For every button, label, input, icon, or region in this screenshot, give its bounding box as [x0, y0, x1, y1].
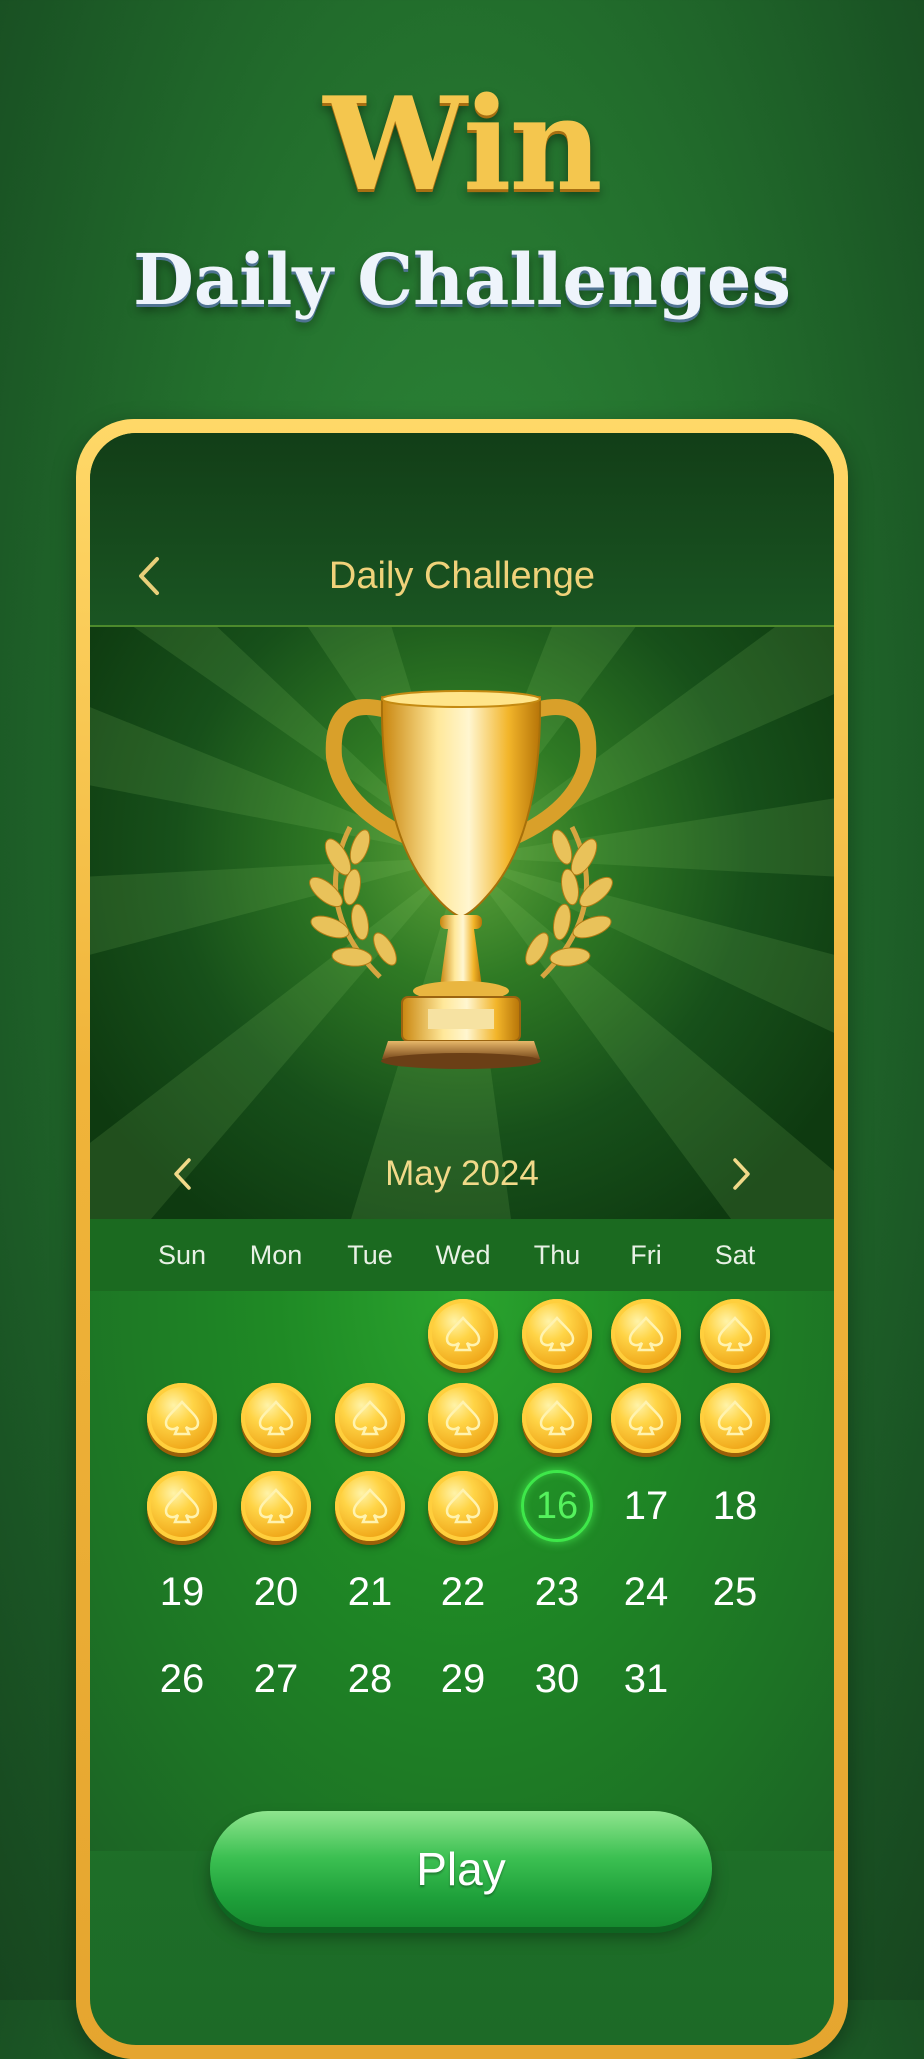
- day-number: 26: [159, 1656, 205, 1701]
- day-number: 18: [712, 1483, 758, 1528]
- spade-coin-icon: [700, 1383, 770, 1453]
- day-number: 25: [712, 1569, 758, 1614]
- day-cell-completed[interactable]: [601, 1375, 691, 1461]
- day-number: 20: [253, 1569, 299, 1614]
- day-cell-completed[interactable]: [512, 1291, 602, 1377]
- chevron-right-icon: [733, 1158, 750, 1190]
- day-cell[interactable]: 23: [512, 1549, 602, 1635]
- weekday-thu: Thu: [533, 1240, 581, 1270]
- day-cell-completed[interactable]: [512, 1375, 602, 1461]
- day-cell[interactable]: 17: [601, 1463, 691, 1549]
- day-number: 31: [623, 1656, 669, 1701]
- day-cell[interactable]: 22: [418, 1549, 508, 1635]
- day-number: 23: [534, 1569, 580, 1614]
- day-number: 28: [347, 1656, 393, 1701]
- day-cell-completed[interactable]: [601, 1291, 691, 1377]
- day-cell-completed[interactable]: [325, 1463, 415, 1549]
- spade-coin-icon: [428, 1299, 498, 1369]
- weekday-sat: Sat: [714, 1240, 756, 1270]
- day-cell[interactable]: 18: [690, 1463, 780, 1549]
- weekday-wed: Wed: [435, 1240, 491, 1270]
- day-number: 29: [440, 1656, 486, 1701]
- spade-coin-icon: [147, 1471, 217, 1541]
- day-cell-completed[interactable]: [137, 1463, 227, 1549]
- day-cell[interactable]: 31: [601, 1636, 691, 1722]
- play-button[interactable]: Play: [210, 1811, 712, 1927]
- day-cell-today[interactable]: 16: [512, 1463, 602, 1549]
- spade-coin-icon: [611, 1383, 681, 1453]
- spade-coin-icon: [241, 1383, 311, 1453]
- day-number: 17: [623, 1483, 669, 1528]
- day-cell[interactable]: 27: [231, 1636, 321, 1722]
- weekday-tue: Tue: [347, 1240, 393, 1270]
- top-bar: Daily Challenge: [90, 433, 834, 627]
- spade-coin-icon: [522, 1383, 592, 1453]
- day-cell-completed[interactable]: [231, 1375, 321, 1461]
- spade-coin-icon: [522, 1299, 592, 1369]
- weekday-header: Sun Mon Tue Wed Thu Fri Sat: [90, 1219, 834, 1291]
- day-cell[interactable]: 30: [512, 1636, 602, 1722]
- spade-coin-icon: [335, 1471, 405, 1541]
- day-cell[interactable]: 19: [137, 1549, 227, 1635]
- hero-subtitle: Daily Challenges: [133, 238, 791, 321]
- trophy-banner: May 2024: [90, 627, 834, 1219]
- page-title: Daily Challenge: [328, 555, 596, 597]
- day-number: 19: [159, 1569, 205, 1614]
- spade-coin-icon: [428, 1383, 498, 1453]
- weekday-fri: Fri: [630, 1240, 662, 1270]
- weekday-sun: Sun: [157, 1240, 207, 1270]
- month-navigator: May 2024: [90, 1147, 834, 1201]
- spade-coin-icon: [335, 1383, 405, 1453]
- day-cell[interactable]: 26: [137, 1636, 227, 1722]
- today-marker: 16: [521, 1470, 593, 1542]
- day-cell-completed[interactable]: [690, 1291, 780, 1377]
- day-cell-completed[interactable]: [418, 1375, 508, 1461]
- spade-coin-icon: [147, 1383, 217, 1453]
- day-cell-completed[interactable]: [231, 1463, 321, 1549]
- spade-coin-icon: [428, 1471, 498, 1541]
- day-number: 24: [623, 1569, 669, 1614]
- day-cell-completed[interactable]: [137, 1375, 227, 1461]
- day-number: 22: [440, 1569, 486, 1614]
- day-cell-completed[interactable]: [418, 1463, 508, 1549]
- hero-title: Win: [323, 70, 602, 220]
- weekday-mon: Mon: [249, 1240, 303, 1270]
- next-month-button[interactable]: [722, 1149, 762, 1199]
- day-cell[interactable]: 25: [690, 1549, 780, 1635]
- day-number: 21: [347, 1569, 393, 1614]
- day-cell-completed[interactable]: [418, 1291, 508, 1377]
- spade-coin-icon: [700, 1299, 770, 1369]
- app-screen: Daily Challenge May 2024 Sun Mon Tue Wed…: [90, 433, 834, 2045]
- calendar-grid: 16 17 18 19 20 21 22 23 24 25 26 27 28 2…: [90, 1291, 834, 1851]
- day-cell-completed[interactable]: [690, 1375, 780, 1461]
- spade-coin-icon: [611, 1299, 681, 1369]
- day-cell[interactable]: 20: [231, 1549, 321, 1635]
- day-cell[interactable]: 24: [601, 1549, 691, 1635]
- day-number: 27: [253, 1656, 299, 1701]
- day-cell[interactable]: 28: [325, 1636, 415, 1722]
- day-cell-completed[interactable]: [325, 1375, 415, 1461]
- trophy-icon: [309, 690, 613, 1069]
- phone-frame: Daily Challenge May 2024 Sun Mon Tue Wed…: [76, 419, 848, 2059]
- spade-coin-icon: [241, 1471, 311, 1541]
- day-number: 30: [534, 1656, 580, 1701]
- day-cell[interactable]: 21: [325, 1549, 415, 1635]
- day-cell[interactable]: 29: [418, 1636, 508, 1722]
